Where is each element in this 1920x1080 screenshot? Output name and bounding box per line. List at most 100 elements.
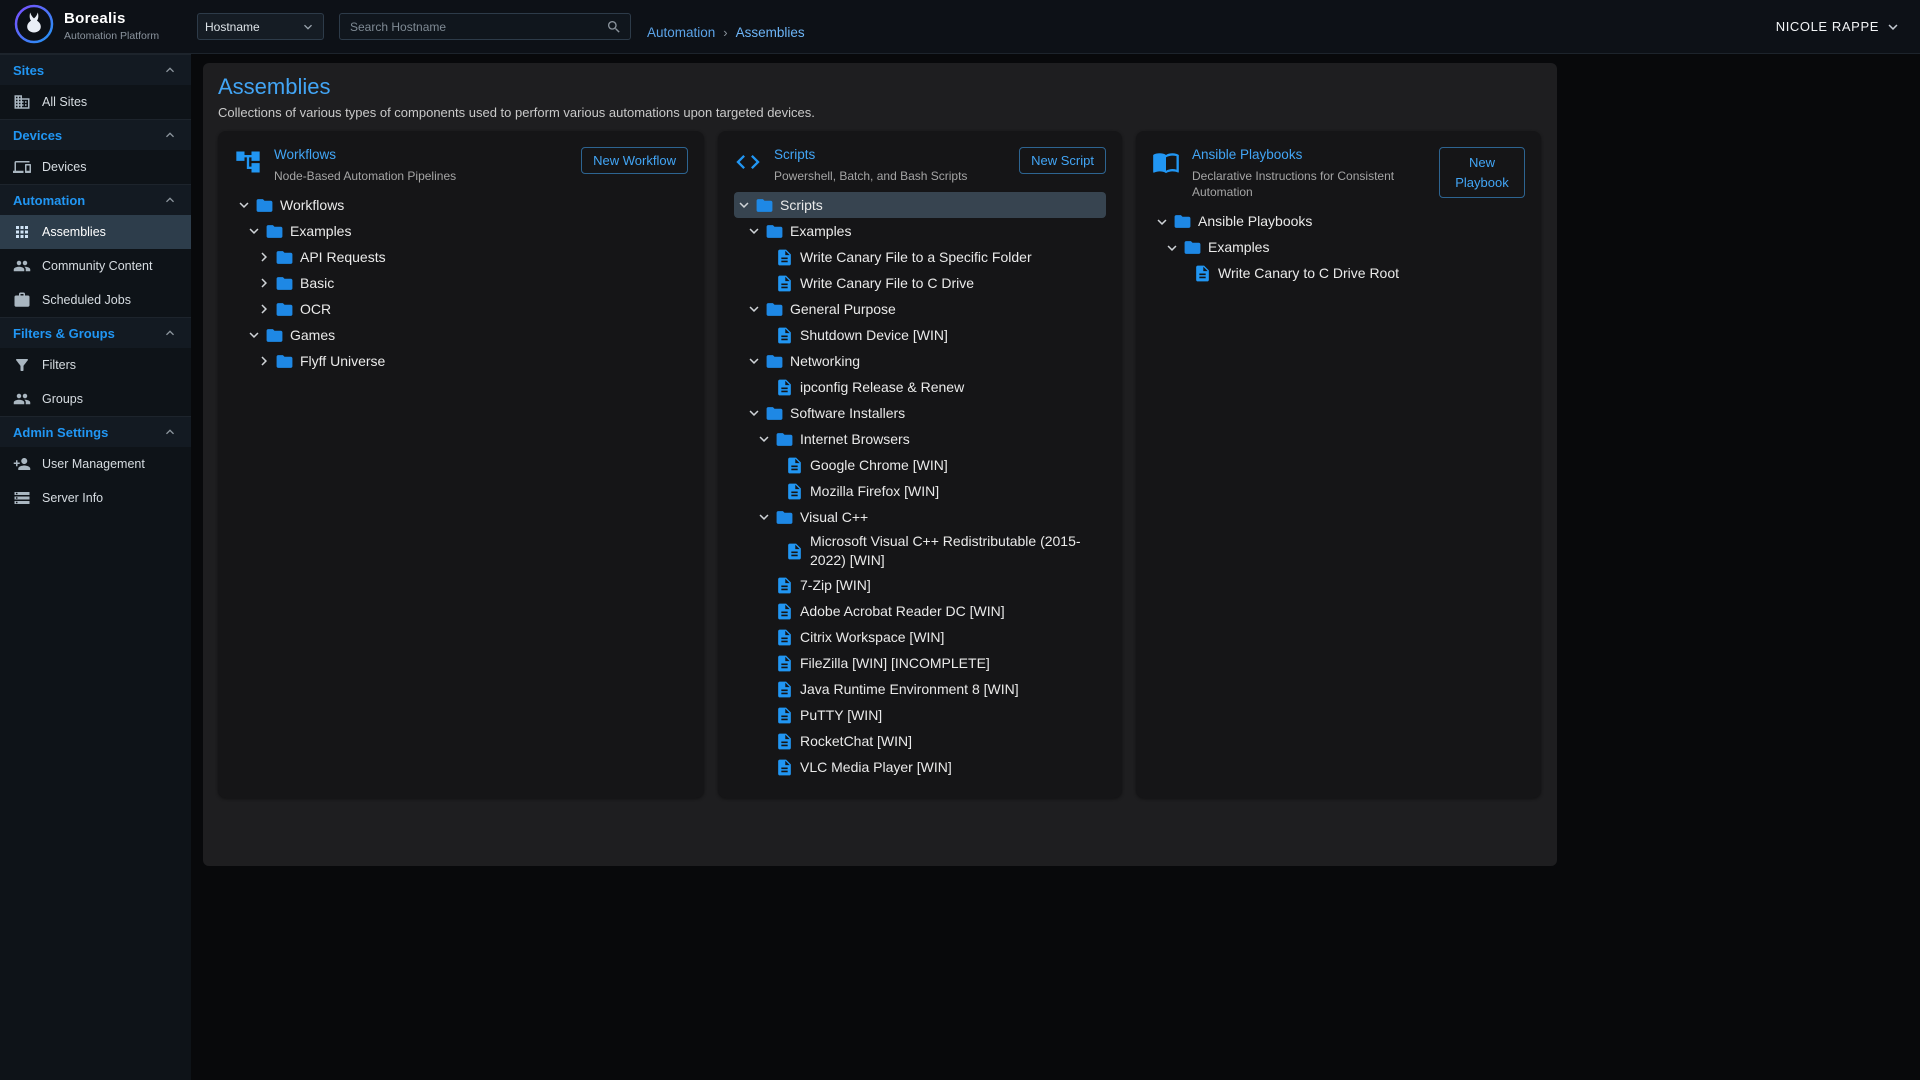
sidebar-section-items: Devices [0, 150, 191, 184]
tree-file-shutdown-device-win[interactable]: Shutdown Device [WIN] [734, 322, 1106, 348]
tree-node-label: Networking [790, 350, 860, 373]
tree-node-label: VLC Media Player [WIN] [800, 756, 952, 779]
search-hostname-input[interactable] [348, 19, 606, 35]
tree-folder-api-requests[interactable]: API Requests [234, 244, 688, 270]
tree-file-ipconfig-release-renew[interactable]: ipconfig Release & Renew [734, 374, 1106, 400]
sidebar-section-header[interactable]: Filters & Groups [0, 317, 191, 348]
new-playbook-button[interactable]: New Playbook [1439, 147, 1525, 198]
brand-title: Borealis [64, 11, 159, 28]
chevron-down-icon[interactable] [244, 325, 264, 345]
tree-folder-ansible-playbooks[interactable]: Ansible Playbooks [1152, 209, 1525, 235]
tree-node-label: Visual C++ [800, 506, 868, 529]
sidebar-section-filters-groups: Filters & Groups Filters Groups [0, 317, 191, 416]
tree-file-java-runtime-environment-8-win[interactable]: Java Runtime Environment 8 [WIN] [734, 676, 1106, 702]
tree-folder-examples[interactable]: Examples [734, 218, 1106, 244]
tree-folder-scripts[interactable]: Scripts [734, 192, 1106, 218]
tree-file-write-canary-file-to-c-drive[interactable]: Write Canary File to C Drive [734, 270, 1106, 296]
user-menu[interactable]: NICOLE RAPPE [1776, 18, 1920, 36]
chevron-down-icon[interactable] [744, 299, 764, 319]
tree-file-microsoft-visual-c-redistributable-2015-2022-win[interactable]: Microsoft Visual C++ Redistributable (20… [734, 530, 1106, 572]
sidebar-section-header[interactable]: Devices [0, 119, 191, 150]
tree-file-vlc-media-player-win[interactable]: VLC Media Player [WIN] [734, 754, 1106, 780]
tree-folder-visual-c[interactable]: Visual C++ [734, 504, 1106, 530]
tree-file-filezilla-win-incomplete[interactable]: FileZilla [WIN] [INCOMPLETE] [734, 650, 1106, 676]
sidebar-item-label: User Management [42, 457, 145, 471]
tree-file-rocketchat-win[interactable]: RocketChat [WIN] [734, 728, 1106, 754]
sidebar-item-user-management[interactable]: User Management [0, 447, 191, 481]
tree-folder-ocr[interactable]: OCR [234, 296, 688, 322]
breadcrumb-separator: › [723, 25, 727, 40]
chevron-down-icon[interactable] [1162, 238, 1182, 258]
chevron-down-icon[interactable] [734, 195, 754, 215]
chevron-spacer [754, 757, 774, 777]
chevron-right-icon[interactable] [254, 299, 274, 319]
tree-folder-examples[interactable]: Examples [234, 218, 688, 244]
tree-file-mozilla-firefox-win[interactable]: Mozilla Firefox [WIN] [734, 478, 1106, 504]
brand: Borealis Automation Platform [0, 4, 197, 49]
chevron-up-icon [162, 325, 178, 341]
sidebar-sections: Sites All Sites Devices Devices Automati… [0, 54, 191, 515]
tree-file-citrix-workspace-win[interactable]: Citrix Workspace [WIN] [734, 624, 1106, 650]
chevron-down-icon[interactable] [744, 351, 764, 371]
tree-file-write-canary-to-c-drive-root[interactable]: Write Canary to C Drive Root [1152, 261, 1525, 287]
file-icon [784, 481, 804, 501]
caret-down-icon [300, 19, 316, 35]
chevron-right-icon[interactable] [254, 247, 274, 267]
chevron-down-icon[interactable] [754, 429, 774, 449]
file-icon [774, 731, 794, 751]
sidebar-item-assemblies[interactable]: Assemblies [0, 215, 191, 249]
sidebar-item-groups[interactable]: Groups [0, 382, 191, 416]
tree-folder-examples[interactable]: Examples [1152, 235, 1525, 261]
chevron-down-icon[interactable] [244, 221, 264, 241]
sidebar-item-label: Community Content [42, 259, 152, 273]
file-icon [774, 653, 794, 673]
tree-folder-flyff-universe[interactable]: Flyff Universe [234, 348, 688, 374]
chevron-spacer [1172, 264, 1192, 284]
tree-folder-general-purpose[interactable]: General Purpose [734, 296, 1106, 322]
chevron-spacer [754, 705, 774, 725]
tree-file-google-chrome-win[interactable]: Google Chrome [WIN] [734, 452, 1106, 478]
chevron-right-icon[interactable] [254, 351, 274, 371]
sidebar-item-label: Assemblies [42, 225, 106, 239]
new-script-button[interactable]: New Script [1019, 147, 1106, 174]
file-icon [774, 273, 794, 293]
chevron-down-icon[interactable] [744, 221, 764, 241]
new-workflow-button[interactable]: New Workflow [581, 147, 688, 174]
breadcrumb-link-assemblies[interactable]: Assemblies [736, 25, 805, 40]
sidebar-item-devices[interactable]: Devices [0, 150, 191, 184]
chevron-right-icon[interactable] [254, 273, 274, 293]
tree-file-7-zip-win[interactable]: 7-Zip [WIN] [734, 572, 1106, 598]
tree-folder-networking[interactable]: Networking [734, 348, 1106, 374]
sidebar-section-header[interactable]: Automation [0, 184, 191, 215]
breadcrumb: Automation › Assemblies [647, 25, 805, 40]
tree-file-write-canary-file-to-a-specific-folder[interactable]: Write Canary File to a Specific Folder [734, 244, 1106, 270]
sidebar-item-all-sites[interactable]: All Sites [0, 85, 191, 119]
tree-file-putty-win[interactable]: PuTTY [WIN] [734, 702, 1106, 728]
tree-node-label: Flyff Universe [300, 350, 385, 373]
tree-folder-internet-browsers[interactable]: Internet Browsers [734, 426, 1106, 452]
brand-text: Borealis Automation Platform [64, 11, 159, 42]
sidebar-item-scheduled-jobs[interactable]: Scheduled Jobs [0, 283, 191, 317]
chevron-down-icon[interactable] [234, 195, 254, 215]
sidebar-item-filters[interactable]: Filters [0, 348, 191, 382]
tree-node-label: Citrix Workspace [WIN] [800, 626, 944, 649]
tree-folder-software-installers[interactable]: Software Installers [734, 400, 1106, 426]
sidebar-item-server-info[interactable]: Server Info [0, 481, 191, 515]
tree-file-adobe-acrobat-reader-dc-win[interactable]: Adobe Acrobat Reader DC [WIN] [734, 598, 1106, 624]
tree-node-label: General Purpose [790, 298, 896, 321]
tree-folder-games[interactable]: Games [234, 322, 688, 348]
chevron-down-icon[interactable] [744, 403, 764, 423]
sidebar-item-community-content[interactable]: Community Content [0, 249, 191, 283]
hostname-select[interactable]: Hostname [197, 13, 324, 40]
tree-folder-workflows[interactable]: Workflows [234, 192, 688, 218]
file-icon [774, 757, 794, 777]
sidebar-section-header[interactable]: Sites [0, 54, 191, 85]
breadcrumb-link-automation[interactable]: Automation [647, 25, 715, 40]
chevron-down-icon[interactable] [754, 507, 774, 527]
sidebar-section-items: User Management Server Info [0, 447, 191, 515]
card-title: Workflows [274, 147, 573, 163]
tree-folder-basic[interactable]: Basic [234, 270, 688, 296]
sidebar-section-header[interactable]: Admin Settings [0, 416, 191, 447]
chevron-down-icon[interactable] [1152, 212, 1172, 232]
tree-node-label: Adobe Acrobat Reader DC [WIN] [800, 600, 1005, 623]
